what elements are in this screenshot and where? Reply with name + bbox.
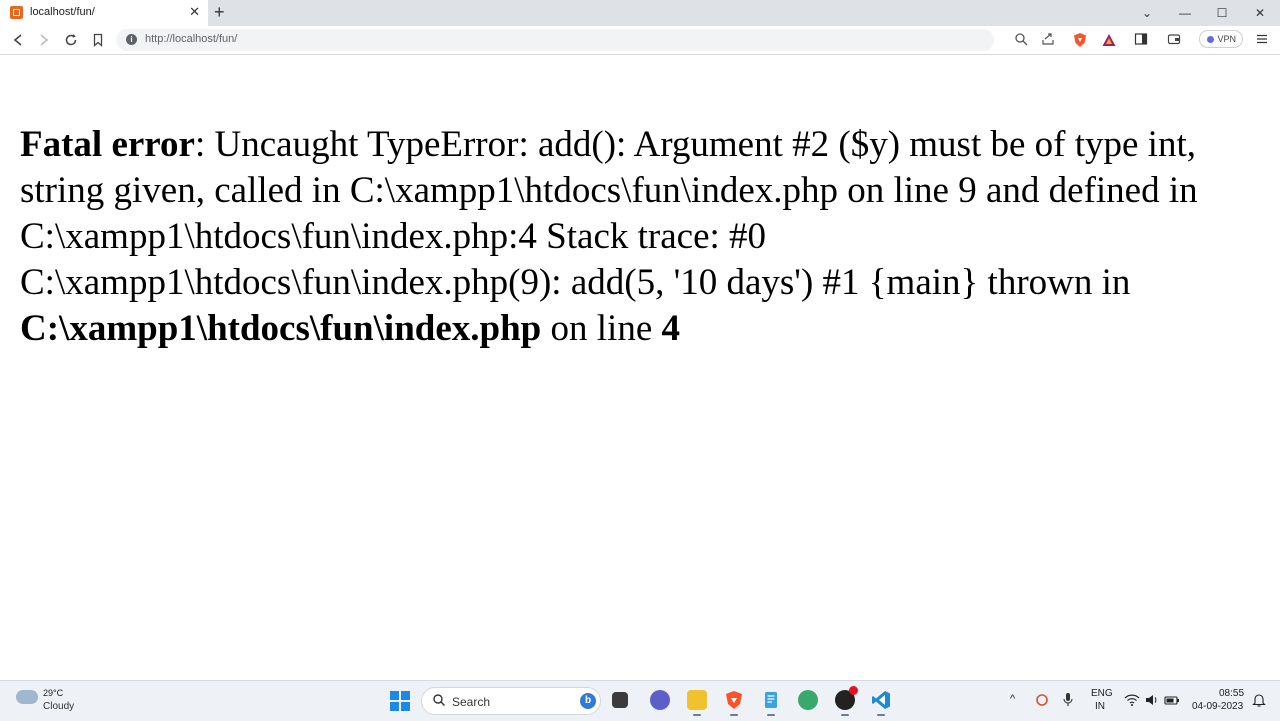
- chevron-up-icon[interactable]: ^: [1010, 693, 1015, 705]
- volume-icon[interactable]: [1144, 693, 1160, 710]
- obs-icon[interactable]: [835, 686, 858, 716]
- address-url[interactable]: http://localhost/fun/: [145, 33, 237, 45]
- windows-start-icon[interactable]: [390, 691, 410, 711]
- weather-temperature[interactable]: 29°C: [43, 688, 63, 698]
- maximize-button[interactable]: ☐: [1203, 0, 1241, 26]
- back-button[interactable]: [10, 32, 26, 48]
- xampp-favicon-icon: [10, 6, 23, 19]
- weather-description[interactable]: Cloudy: [43, 701, 74, 712]
- reload-button[interactable]: [63, 32, 79, 48]
- windows-taskbar: 29°C Cloudy Search b ^ ENG IN 08:55 04-0…: [0, 680, 1280, 721]
- browser-tab[interactable]: localhost/fun/ ✕: [0, 0, 208, 26]
- sidebar-icon[interactable]: [1133, 32, 1149, 48]
- brave-rewards-icon[interactable]: [1101, 32, 1117, 48]
- site-info-icon[interactable]: i: [126, 34, 137, 45]
- error-label: Fatal error: [20, 124, 195, 165]
- php-error-message: Fatal error: Uncaught TypeError: add(): …: [20, 122, 1250, 352]
- battery-icon[interactable]: [1164, 693, 1180, 710]
- vpn-label: VPN: [1217, 34, 1236, 44]
- bookmark-icon[interactable]: [90, 32, 106, 48]
- notification-bell-icon[interactable]: [1252, 692, 1266, 711]
- error-message-text: : Uncaught TypeError: add(): Argument #2…: [20, 124, 1198, 303]
- error-file-path: C:\xampp1\htdocs\fun\index.php: [20, 308, 542, 349]
- tab-strip: localhost/fun/ ✕ + ⌄ — ☐ ✕: [0, 0, 1280, 26]
- vpn-button[interactable]: VPN: [1199, 30, 1243, 48]
- notepad-icon[interactable]: [761, 690, 781, 716]
- maps-icon[interactable]: [798, 690, 818, 710]
- chat-icon[interactable]: [650, 690, 670, 710]
- notification-badge: [849, 686, 858, 695]
- new-tab-button[interactable]: +: [214, 2, 225, 22]
- language-bottom[interactable]: IN: [1095, 701, 1105, 712]
- tab-title: localhost/fun/: [30, 6, 95, 18]
- clock-date[interactable]: 04-09-2023: [1192, 701, 1243, 712]
- brave-shields-icon[interactable]: [1072, 32, 1088, 48]
- task-view-icon[interactable]: [612, 692, 628, 708]
- error-line-number: 4: [661, 308, 681, 349]
- brave-browser-icon[interactable]: [724, 690, 744, 716]
- search-icon: [432, 693, 446, 710]
- search-label: Search: [452, 695, 491, 709]
- menu-icon[interactable]: [1254, 32, 1270, 48]
- language-top[interactable]: ENG: [1091, 688, 1113, 699]
- zoom-icon[interactable]: [1013, 32, 1029, 48]
- wifi-icon[interactable]: [1124, 693, 1140, 710]
- cloud-icon[interactable]: [16, 690, 38, 704]
- tab-close-icon[interactable]: ✕: [189, 4, 200, 20]
- vpn-status-icon: [1207, 36, 1214, 43]
- minimize-button[interactable]: —: [1166, 0, 1204, 26]
- address-bar[interactable]: i http://localhost/fun/: [116, 29, 994, 51]
- forward-button[interactable]: [36, 32, 52, 48]
- close-window-button[interactable]: ✕: [1241, 0, 1279, 26]
- bing-icon[interactable]: b: [580, 693, 596, 709]
- taskbar-search[interactable]: Search b: [421, 687, 601, 715]
- sync-icon[interactable]: [1034, 692, 1050, 711]
- share-icon[interactable]: [1040, 32, 1056, 48]
- browser-toolbar: i http://localhost/fun/ VPN: [0, 26, 1280, 55]
- file-explorer-icon[interactable]: [687, 690, 707, 716]
- tab-search-dropdown-icon[interactable]: ⌄: [1128, 0, 1166, 26]
- microphone-icon[interactable]: [1062, 692, 1074, 711]
- clock-time[interactable]: 08:55: [1219, 688, 1244, 699]
- on-line-text: on line: [541, 308, 662, 349]
- wallet-icon[interactable]: [1166, 32, 1182, 48]
- vscode-icon[interactable]: [871, 690, 891, 716]
